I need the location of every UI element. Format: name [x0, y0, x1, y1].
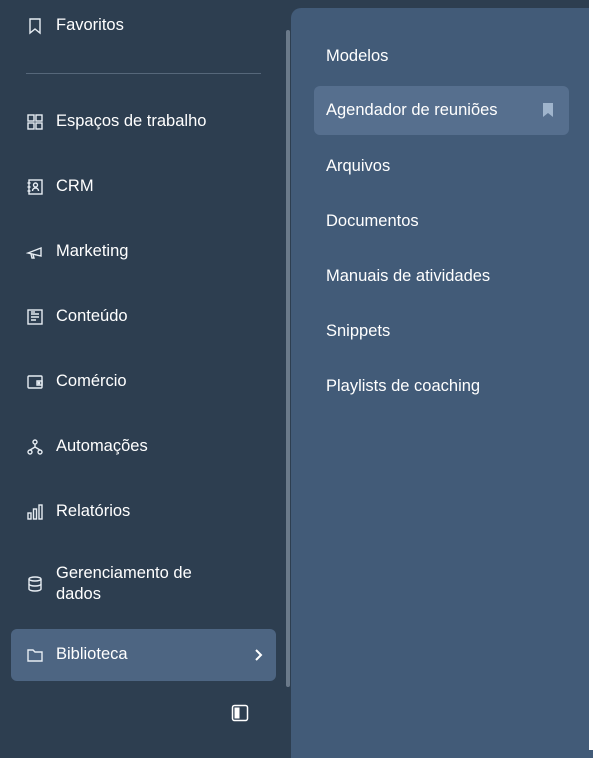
content-icon	[26, 308, 44, 326]
nav-reports[interactable]: Relatórios	[26, 502, 130, 521]
nav-library-label: Biblioteca	[56, 645, 128, 663]
panel-toggle-icon	[231, 704, 249, 722]
sidebar: Favoritos Espaços de trabalho CRM Market…	[0, 0, 290, 750]
sidebar-scrollbar[interactable]	[286, 30, 290, 687]
nav-automations[interactable]: Automações	[26, 437, 148, 456]
nav-automations-label: Automações	[56, 437, 148, 455]
nav-marketing[interactable]: Marketing	[26, 242, 128, 261]
nav-workspaces-label: Espaços de trabalho	[56, 112, 207, 130]
flyout-item-documents[interactable]: Documentos	[326, 212, 419, 231]
flyout-item-snippets[interactable]: Snippets	[326, 322, 390, 341]
flyout-item-meeting-scheduler-label: Agendador de reuniões	[326, 101, 498, 119]
nav-content[interactable]: Conteúdo	[26, 307, 128, 326]
chevron-right-icon	[251, 646, 265, 664]
flyout-item-coaching-playlists[interactable]: Playlists de coaching	[326, 377, 480, 396]
nav-favorites-label: Favoritos	[56, 16, 124, 34]
nav-favorites[interactable]: Favoritos	[26, 16, 124, 35]
contact-card-icon	[26, 178, 44, 196]
flyout-item-templates[interactable]: Modelos	[326, 47, 388, 66]
nav-crm[interactable]: CRM	[26, 177, 94, 196]
nav-commerce[interactable]: Comércio	[26, 372, 127, 391]
workflow-icon	[26, 438, 44, 456]
flyout-item-meeting-scheduler[interactable]: Agendador de reuniões	[314, 86, 569, 135]
nav-reports-label: Relatórios	[56, 502, 131, 520]
collapse-sidebar-button[interactable]	[231, 704, 249, 722]
flyout-item-files[interactable]: Arquivos	[326, 157, 390, 176]
nav-library[interactable]: Biblioteca	[11, 629, 276, 681]
nav-workspaces[interactable]: Espaços de trabalho	[26, 112, 206, 131]
bookmark-icon[interactable]	[542, 102, 554, 118]
wallet-icon	[26, 373, 44, 391]
nav-marketing-label: Marketing	[56, 242, 129, 260]
nav-commerce-label: Comércio	[56, 372, 127, 390]
background-page-edge	[589, 0, 593, 750]
bookmark-icon	[26, 17, 44, 35]
flyout-item-playbooks[interactable]: Manuais de atividades	[326, 267, 490, 286]
nav-crm-label: CRM	[56, 177, 94, 195]
nav-data-management-label: Gerenciamento de dados	[56, 564, 192, 603]
bar-chart-icon	[26, 503, 44, 521]
folder-icon	[26, 646, 44, 664]
nav-data-management[interactable]: Gerenciamento de dados	[26, 563, 226, 605]
megaphone-icon	[26, 243, 44, 261]
divider	[26, 73, 261, 74]
database-icon	[26, 575, 44, 593]
nav-content-label: Conteúdo	[56, 307, 128, 325]
grid-icon	[26, 113, 44, 131]
library-flyout-menu: Modelos Agendador de reuniões Arquivos D…	[291, 8, 593, 758]
